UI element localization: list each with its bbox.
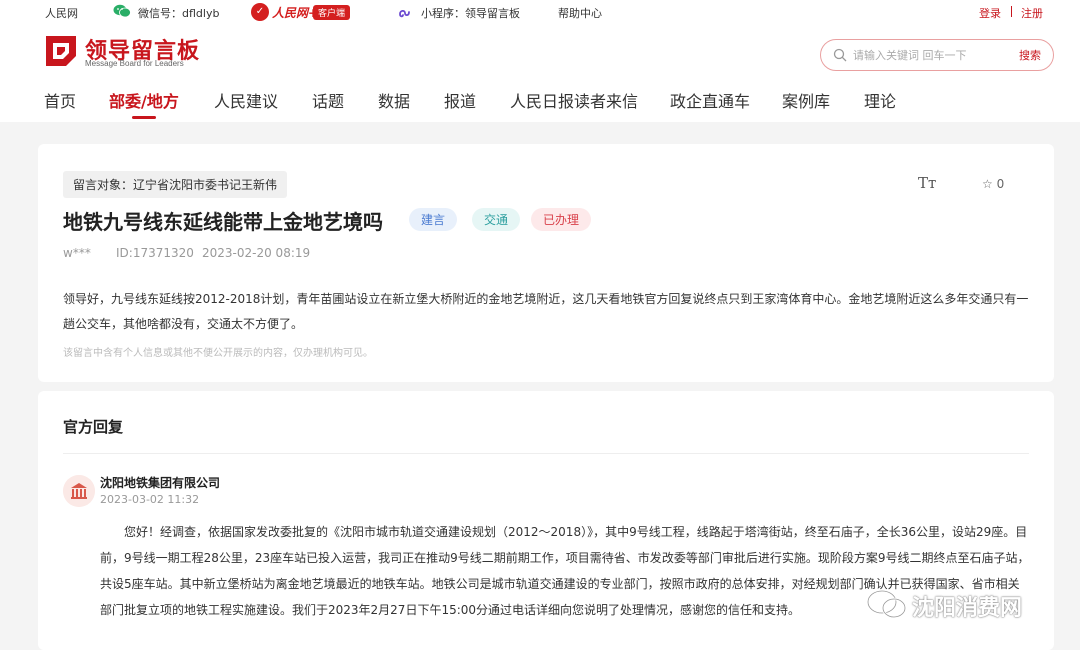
tag-suggestion: 建言 xyxy=(409,208,458,231)
rmw-brand[interactable]: 人民网+ xyxy=(272,4,318,21)
search-icon xyxy=(833,48,847,62)
search-button[interactable]: 搜索 xyxy=(1019,47,1041,63)
nav-case-library[interactable]: 案例库 xyxy=(782,88,830,122)
main-nav: 首页 部委/地方 人民建议 话题 数据 报道 人民日报读者来信 政企直通车 案例… xyxy=(0,88,1080,122)
nav-people-suggestions[interactable]: 人民建议 xyxy=(214,88,278,122)
message-card: 留言对象：辽宁省沈阳市委书记王新伟 Tт ☆ 0 地铁九号线东延线能带上金地艺境… xyxy=(38,144,1054,382)
rmw-logo-icon: ✓ xyxy=(251,3,269,21)
nav-enterprise-express[interactable]: 政企直通车 xyxy=(670,88,750,122)
wechat-account: 微信号：dfldlyb xyxy=(138,7,220,20)
client-badge[interactable]: 客户端 xyxy=(313,5,351,20)
message-datetime: 2023-02-20 08:19 xyxy=(202,246,311,260)
government-building-icon xyxy=(63,475,95,507)
message-title: 地铁九号线东延线能带上金地艺境吗 xyxy=(63,210,383,234)
logo-icon[interactable] xyxy=(44,34,78,68)
help-center-link[interactable]: 帮助中心 xyxy=(558,5,602,21)
message-target: 留言对象：辽宁省沈阳市委书记王新伟 xyxy=(63,171,288,198)
site-header: 领导留言板 Message Board for Leaders 搜索 首页 部委… xyxy=(0,24,1080,122)
reply-divider xyxy=(63,453,1029,454)
login-link[interactable]: 登录 xyxy=(979,5,1001,21)
wechat-watermark-icon xyxy=(866,589,907,619)
tag-transport: 交通 xyxy=(472,208,521,231)
tag-status-handled: 已办理 xyxy=(531,208,592,231)
watermark: 沈阳消费网 xyxy=(862,584,1052,624)
site-link-people[interactable]: 人民网 xyxy=(45,5,78,21)
nav-topics[interactable]: 话题 xyxy=(312,88,344,122)
search-box: 搜索 xyxy=(820,39,1054,71)
top-utility-bar: 人民网 微信号：dfldlyb ✓ 人民网+ 客户端 小程序：领导留言板 帮助中… xyxy=(0,0,1080,24)
favorite-button[interactable]: ☆ 0 xyxy=(982,177,1004,191)
logo-subtitle: Message Board for Leaders xyxy=(85,59,184,68)
privacy-note: 该留言中含有个人信息或其他不便公开展示的内容，仅办理机构可见。 xyxy=(63,348,373,359)
reply-org-name: 沈阳地铁集团有限公司 xyxy=(100,476,221,490)
register-link[interactable]: 注册 xyxy=(1021,5,1043,21)
reply-time: 2023-03-02 11:32 xyxy=(100,493,200,506)
search-input[interactable] xyxy=(853,46,1003,64)
wechat-icon xyxy=(113,4,131,18)
message-id: ID:17371320 xyxy=(116,246,194,260)
reply-heading: 官方回复 xyxy=(63,418,124,436)
message-author: w*** xyxy=(63,246,91,260)
nav-home[interactable]: 首页 xyxy=(44,88,76,122)
nav-reports[interactable]: 报道 xyxy=(444,88,476,122)
login-divider xyxy=(1011,6,1012,17)
mini-program-label[interactable]: 小程序：领导留言板 xyxy=(421,5,520,21)
nav-readers-letters[interactable]: 人民日报读者来信 xyxy=(510,88,638,122)
message-body: 领导好，九号线东延线按2012-2018计划，青年苗圃站设立在新立堡大桥附近的金… xyxy=(63,292,1029,331)
nav-data[interactable]: 数据 xyxy=(378,88,410,122)
font-size-icon[interactable]: Tт xyxy=(918,174,936,192)
nav-ministries-local[interactable]: 部委/地方 xyxy=(109,88,179,122)
nav-theory[interactable]: 理论 xyxy=(864,88,896,122)
watermark-text: 沈阳消费网 xyxy=(912,596,1023,621)
mini-program-icon xyxy=(399,9,410,18)
